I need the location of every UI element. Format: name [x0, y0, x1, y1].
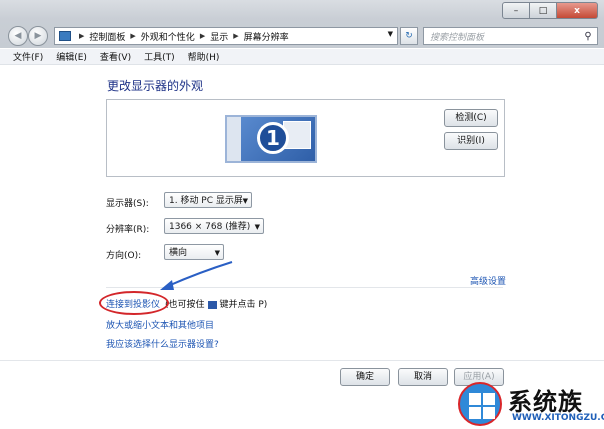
breadcrumb-control-panel[interactable]: 控制面板 [89, 30, 125, 43]
breadcrumb-separator-icon: ▶ [199, 32, 206, 40]
breadcrumb-screen-resolution[interactable]: 屏幕分辨率 [244, 30, 289, 43]
menu-help[interactable]: 帮助(H) [188, 50, 220, 63]
projector-hint: (也可按住 键并点击 P) [165, 297, 267, 310]
orientation-select-value: 横向 [169, 248, 188, 258]
close-button[interactable]: x [557, 2, 598, 19]
monitor-panel: 1 检测(C) 识别(I) [106, 99, 505, 177]
minimize-button[interactable]: – [502, 2, 530, 19]
back-button[interactable]: ◀ [8, 26, 28, 46]
chevron-down-icon: ▼ [242, 197, 248, 205]
back-arrow-icon: ◀ [14, 31, 22, 41]
control-panel-icon [59, 31, 71, 41]
divider [106, 287, 503, 288]
forward-arrow-icon: ▶ [34, 31, 42, 41]
resolution-select-value: 1366 × 768 (推荐) [169, 222, 251, 232]
detect-button[interactable]: 检测(C) [444, 109, 498, 127]
menu-view[interactable]: 查看(V) [100, 50, 131, 63]
advanced-settings-link[interactable]: 高级设置 [470, 274, 506, 287]
identify-button[interactable]: 识别(I) [444, 132, 498, 150]
refresh-button[interactable]: ↻ [400, 27, 418, 45]
chevron-down-icon: ▼ [254, 223, 260, 231]
orientation-select[interactable]: 横向 ▼ [164, 244, 224, 260]
monitor-sidebar-graphic [227, 117, 241, 161]
search-icon[interactable]: ⚲ [583, 31, 593, 42]
footer-divider [0, 360, 604, 361]
text-size-link[interactable]: 放大或缩小文本和其他项目 [106, 318, 214, 331]
orientation-label: 方向(O): [106, 251, 142, 261]
display-select-value: 1. 移动 PC 显示屏 [169, 196, 243, 206]
breadcrumb-separator-icon: ▶ [130, 32, 136, 40]
breadcrumb-display[interactable]: 显示 [210, 30, 228, 43]
maximize-button[interactable]: □ [530, 2, 557, 19]
search-input[interactable]: 搜索控制面板 ⚲ [423, 27, 598, 45]
which-settings-link[interactable]: 我应该选择什么显示器设置? [106, 337, 219, 350]
monitor-icon[interactable]: 1 [225, 115, 317, 163]
watermark: 系统族 WWW.XITONGZU.COM [458, 380, 604, 429]
menu-bar: 文件(F) 编辑(E) 查看(V) 工具(T) 帮助(H) [0, 49, 604, 65]
display-label: 显示器(S): [106, 199, 149, 209]
projector-hint-text-end: 键并点击 P) [219, 300, 268, 310]
monitor-number: 1 [257, 122, 289, 154]
annotation-red-circle [99, 291, 169, 315]
resolution-select[interactable]: 1366 × 768 (推荐) ▼ [164, 218, 264, 234]
title-bar: – □ x ◀ ▶ ▶ 控制面板 ▶ 外观和个性化 ▶ 显示 ▶ 屏幕分辨率 ▼… [0, 0, 604, 48]
menu-tools[interactable]: 工具(T) [144, 50, 175, 63]
breadcrumb-separator-icon: ▶ [233, 32, 239, 40]
ok-button[interactable]: 确定 [340, 368, 390, 386]
window-controls: – □ x [502, 2, 598, 19]
address-dropdown-icon[interactable]: ▼ [388, 30, 393, 38]
breadcrumb-separator-icon: ▶ [79, 32, 85, 40]
forward-button[interactable]: ▶ [28, 26, 48, 46]
menu-edit[interactable]: 编辑(E) [56, 50, 87, 63]
search-placeholder: 搜索控制面板 [430, 32, 485, 43]
projector-hint-text: (也可按住 [165, 300, 205, 310]
menu-file[interactable]: 文件(F) [13, 50, 43, 63]
cancel-button[interactable]: 取消 [398, 368, 448, 386]
watermark-name: 系统族 [508, 388, 583, 416]
watermark-url: WWW.XITONGZU.COM [512, 413, 604, 423]
watermark-logo-icon [458, 382, 502, 426]
chevron-down-icon: ▼ [214, 249, 220, 257]
display-select[interactable]: 1. 移动 PC 显示屏 ▼ [164, 192, 252, 208]
page-title: 更改显示器的外观 [107, 79, 204, 93]
refresh-icon: ↻ [405, 31, 413, 41]
address-bar[interactable]: ▶ 控制面板 ▶ 外观和个性化 ▶ 显示 ▶ 屏幕分辨率 ▼ [54, 27, 398, 45]
resolution-label: 分辨率(R): [106, 225, 150, 235]
windows-key-icon [207, 300, 217, 309]
breadcrumb-appearance[interactable]: 外观和个性化 [141, 30, 195, 43]
